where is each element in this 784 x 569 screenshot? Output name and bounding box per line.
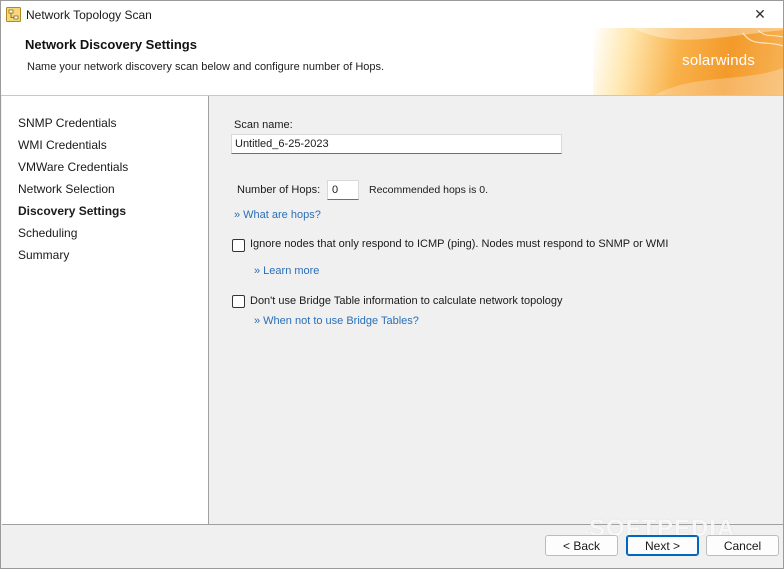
- network-topology-app-icon: [6, 7, 21, 22]
- learn-more-link[interactable]: » Learn more: [254, 265, 319, 277]
- scan-name-input[interactable]: [231, 134, 562, 154]
- settings-panel: Scan name: Number of Hops: Recommended h…: [210, 96, 782, 525]
- nav-item-wmi-credentials[interactable]: WMI Credentials: [18, 138, 107, 152]
- bridge-table-checkbox[interactable]: [232, 295, 245, 308]
- nav-item-summary[interactable]: Summary: [18, 248, 69, 262]
- hops-hint: Recommended hops is 0.: [369, 184, 489, 196]
- ignore-icmp-label[interactable]: Ignore nodes that only respond to ICMP (…: [250, 238, 668, 250]
- cancel-button[interactable]: Cancel: [706, 535, 779, 556]
- close-icon: ✕: [754, 6, 766, 22]
- hops-input[interactable]: [327, 180, 359, 200]
- hops-label: Number of Hops:: [237, 184, 321, 196]
- bridge-tables-link[interactable]: » When not to use Bridge Tables?: [254, 315, 419, 327]
- back-button[interactable]: < Back: [545, 535, 618, 556]
- title-bar: Network Topology Scan ✕: [1, 1, 783, 28]
- scan-name-label: Scan name:: [234, 119, 293, 131]
- nav-item-vmware-credentials[interactable]: VMWare Credentials: [18, 160, 128, 174]
- wizard-steps-sidebar: SNMP Credentials WMI Credentials VMWare …: [2, 96, 209, 525]
- nav-item-scheduling[interactable]: Scheduling: [18, 226, 77, 240]
- page-subtitle: Name your network discovery scan below a…: [27, 61, 385, 73]
- nav-item-discovery-settings[interactable]: Discovery Settings: [18, 204, 126, 218]
- wizard-header: Network Discovery Settings Name your net…: [1, 28, 783, 96]
- what-are-hops-link[interactable]: » What are hops?: [234, 209, 321, 221]
- page-title: Network Discovery Settings: [25, 37, 197, 52]
- next-button[interactable]: Next >: [626, 535, 699, 556]
- ignore-icmp-checkbox[interactable]: [232, 239, 245, 252]
- window-title: Network Topology Scan: [26, 8, 152, 22]
- close-button[interactable]: ✕: [737, 1, 783, 28]
- nav-item-network-selection[interactable]: Network Selection: [18, 182, 115, 196]
- nav-item-snmp-credentials[interactable]: SNMP Credentials: [18, 116, 116, 130]
- network-topology-scan-window: Network Topology Scan ✕ Network Discover…: [0, 0, 784, 569]
- bridge-table-label[interactable]: Don't use Bridge Table information to ca…: [250, 295, 563, 307]
- solarwinds-logo: solarwinds: [682, 52, 755, 69]
